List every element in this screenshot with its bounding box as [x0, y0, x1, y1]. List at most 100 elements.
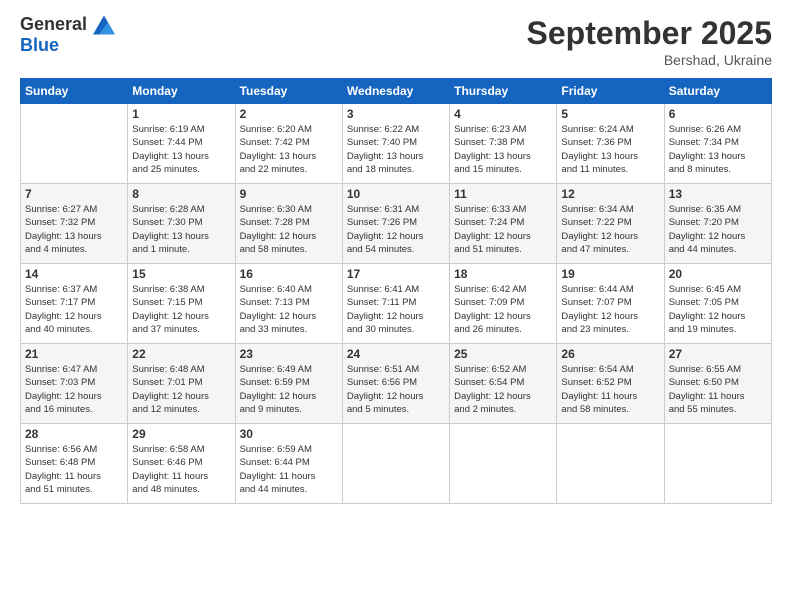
day-number: 6	[669, 107, 767, 121]
calendar-header-monday: Monday	[128, 79, 235, 104]
calendar-cell: 21Sunrise: 6:47 AMSunset: 7:03 PMDayligh…	[21, 344, 128, 424]
day-number: 20	[669, 267, 767, 281]
day-number: 30	[240, 427, 338, 441]
title-block: September 2025 Bershad, Ukraine	[527, 15, 772, 68]
day-info: Sunrise: 6:52 AMSunset: 6:54 PMDaylight:…	[454, 363, 552, 416]
day-number: 11	[454, 187, 552, 201]
day-number: 29	[132, 427, 230, 441]
calendar-week-2: 7 Sunrise: 6:27 AMSunset: 7:32 PMDaylight…	[21, 184, 772, 264]
day-number: 13	[669, 187, 767, 201]
calendar-table: SundayMondayTuesdayWednesdayThursdayFrid…	[20, 78, 772, 504]
calendar-cell: 28Sunrise: 6:56 AMSunset: 6:48 PMDayligh…	[21, 424, 128, 504]
day-number: 7	[25, 187, 123, 201]
calendar-cell: 23Sunrise: 6:49 AMSunset: 6:59 PMDayligh…	[235, 344, 342, 424]
day-number: 25	[454, 347, 552, 361]
calendar-cell: 3 Sunrise: 6:22 AMSunset: 7:40 PMDaylight…	[342, 104, 449, 184]
location: Bershad, Ukraine	[527, 52, 772, 68]
month-title: September 2025	[527, 15, 772, 52]
calendar-cell: 29Sunrise: 6:58 AMSunset: 6:46 PMDayligh…	[128, 424, 235, 504]
day-info: Sunrise: 6:54 AMSunset: 6:52 PMDaylight:…	[561, 363, 659, 416]
calendar-cell: 11 Sunrise: 6:33 AMSunset: 7:24 PMDayligh…	[450, 184, 557, 264]
calendar-week-4: 21Sunrise: 6:47 AMSunset: 7:03 PMDayligh…	[21, 344, 772, 424]
day-number: 2	[240, 107, 338, 121]
day-info: Sunrise: 6:45 AMSunset: 7:05 PMDaylight:…	[669, 283, 767, 336]
day-number: 21	[25, 347, 123, 361]
day-info: Sunrise: 6:27 AMSunset: 7:32 PMDaylight:…	[25, 203, 123, 256]
day-info: Sunrise: 6:22 AMSunset: 7:40 PMDaylight:…	[347, 123, 445, 176]
calendar-cell	[342, 424, 449, 504]
day-info: Sunrise: 6:44 AMSunset: 7:07 PMDaylight:…	[561, 283, 659, 336]
calendar-cell: 18 Sunrise: 6:42 AMSunset: 7:09 PMDayligh…	[450, 264, 557, 344]
calendar-header-wednesday: Wednesday	[342, 79, 449, 104]
calendar-cell: 7 Sunrise: 6:27 AMSunset: 7:32 PMDaylight…	[21, 184, 128, 264]
day-info: Sunrise: 6:37 AMSunset: 7:17 PMDaylight:…	[25, 283, 123, 336]
day-info: Sunrise: 6:20 AMSunset: 7:42 PMDaylight:…	[240, 123, 338, 176]
day-info: Sunrise: 6:24 AMSunset: 7:36 PMDaylight:…	[561, 123, 659, 176]
day-info: Sunrise: 6:41 AMSunset: 7:11 PMDaylight:…	[347, 283, 445, 336]
day-number: 26	[561, 347, 659, 361]
day-info: Sunrise: 6:35 AMSunset: 7:20 PMDaylight:…	[669, 203, 767, 256]
day-number: 16	[240, 267, 338, 281]
calendar-cell	[21, 104, 128, 184]
calendar-cell: 5 Sunrise: 6:24 AMSunset: 7:36 PMDaylight…	[557, 104, 664, 184]
logo-icon	[93, 15, 115, 35]
calendar-cell: 8 Sunrise: 6:28 AMSunset: 7:30 PMDaylight…	[128, 184, 235, 264]
calendar-cell: 15Sunrise: 6:38 AMSunset: 7:15 PMDayligh…	[128, 264, 235, 344]
day-number: 19	[561, 267, 659, 281]
calendar-cell: 22 Sunrise: 6:48 AMSunset: 7:01 PMDayligh…	[128, 344, 235, 424]
calendar-cell	[557, 424, 664, 504]
day-info: Sunrise: 6:42 AMSunset: 7:09 PMDaylight:…	[454, 283, 552, 336]
calendar-cell: 12Sunrise: 6:34 AMSunset: 7:22 PMDayligh…	[557, 184, 664, 264]
day-number: 18	[454, 267, 552, 281]
day-info: Sunrise: 6:56 AMSunset: 6:48 PMDaylight:…	[25, 443, 123, 496]
header: General Blue September 2025 Bershad, Ukr…	[20, 15, 772, 68]
day-info: Sunrise: 6:34 AMSunset: 7:22 PMDaylight:…	[561, 203, 659, 256]
day-info: Sunrise: 6:49 AMSunset: 6:59 PMDaylight:…	[240, 363, 338, 416]
page: General Blue September 2025 Bershad, Ukr…	[0, 0, 792, 612]
calendar-cell: 20 Sunrise: 6:45 AMSunset: 7:05 PMDayligh…	[664, 264, 771, 344]
day-info: Sunrise: 6:48 AMSunset: 7:01 PMDaylight:…	[132, 363, 230, 416]
calendar-cell: 30 Sunrise: 6:59 AMSunset: 6:44 PMDayligh…	[235, 424, 342, 504]
calendar-header-sunday: Sunday	[21, 79, 128, 104]
day-number: 9	[240, 187, 338, 201]
day-number: 4	[454, 107, 552, 121]
calendar-cell: 9 Sunrise: 6:30 AMSunset: 7:28 PMDaylight…	[235, 184, 342, 264]
day-info: Sunrise: 6:28 AMSunset: 7:30 PMDaylight:…	[132, 203, 230, 256]
calendar-header-thursday: Thursday	[450, 79, 557, 104]
day-number: 3	[347, 107, 445, 121]
calendar-cell: 2 Sunrise: 6:20 AMSunset: 7:42 PMDaylight…	[235, 104, 342, 184]
calendar-cell: 16 Sunrise: 6:40 AMSunset: 7:13 PMDayligh…	[235, 264, 342, 344]
calendar-cell: 27Sunrise: 6:55 AMSunset: 6:50 PMDayligh…	[664, 344, 771, 424]
calendar-week-1: 1Sunrise: 6:19 AMSunset: 7:44 PMDaylight…	[21, 104, 772, 184]
calendar-cell: 25 Sunrise: 6:52 AMSunset: 6:54 PMDayligh…	[450, 344, 557, 424]
calendar-cell: 24Sunrise: 6:51 AMSunset: 6:56 PMDayligh…	[342, 344, 449, 424]
logo: General Blue	[20, 15, 115, 56]
calendar-cell	[664, 424, 771, 504]
day-info: Sunrise: 6:40 AMSunset: 7:13 PMDaylight:…	[240, 283, 338, 336]
day-info: Sunrise: 6:33 AMSunset: 7:24 PMDaylight:…	[454, 203, 552, 256]
day-number: 10	[347, 187, 445, 201]
day-number: 24	[347, 347, 445, 361]
day-number: 5	[561, 107, 659, 121]
day-number: 8	[132, 187, 230, 201]
day-number: 14	[25, 267, 123, 281]
calendar-cell	[450, 424, 557, 504]
day-number: 27	[669, 347, 767, 361]
calendar-cell: 13 Sunrise: 6:35 AMSunset: 7:20 PMDayligh…	[664, 184, 771, 264]
day-info: Sunrise: 6:30 AMSunset: 7:28 PMDaylight:…	[240, 203, 338, 256]
day-number: 15	[132, 267, 230, 281]
day-number: 17	[347, 267, 445, 281]
calendar-cell: 19 Sunrise: 6:44 AMSunset: 7:07 PMDayligh…	[557, 264, 664, 344]
day-info: Sunrise: 6:19 AMSunset: 7:44 PMDaylight:…	[132, 123, 230, 176]
logo-blue: Blue	[20, 35, 115, 56]
calendar-cell: 1Sunrise: 6:19 AMSunset: 7:44 PMDaylight…	[128, 104, 235, 184]
logo-general: General	[20, 14, 87, 34]
calendar-header-tuesday: Tuesday	[235, 79, 342, 104]
calendar-week-3: 14 Sunrise: 6:37 AMSunset: 7:17 PMDayligh…	[21, 264, 772, 344]
day-number: 22	[132, 347, 230, 361]
calendar-header-friday: Friday	[557, 79, 664, 104]
day-info: Sunrise: 6:59 AMSunset: 6:44 PMDaylight:…	[240, 443, 338, 496]
calendar-cell: 14 Sunrise: 6:37 AMSunset: 7:17 PMDayligh…	[21, 264, 128, 344]
calendar-cell: 17 Sunrise: 6:41 AMSunset: 7:11 PMDayligh…	[342, 264, 449, 344]
calendar-cell: 10Sunrise: 6:31 AMSunset: 7:26 PMDayligh…	[342, 184, 449, 264]
